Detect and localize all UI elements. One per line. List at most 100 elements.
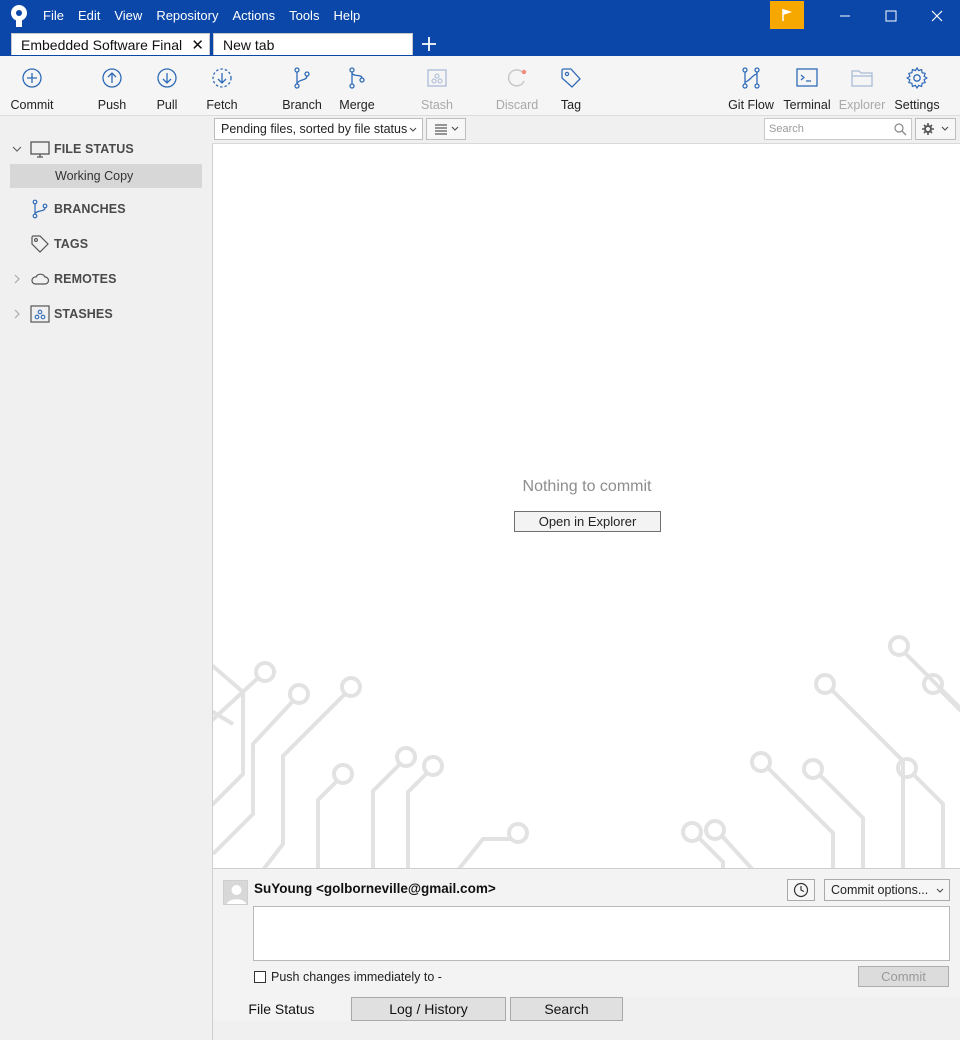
tag-icon: [31, 235, 49, 253]
chevron-down-icon: [936, 888, 944, 893]
filter-bar: Pending files, sorted by file status Sea…: [212, 117, 960, 143]
sidebar-section-branches[interactable]: BRANCHES: [0, 196, 212, 222]
tab-log-history[interactable]: Log / History: [351, 997, 506, 1021]
menu-view[interactable]: View: [107, 8, 149, 23]
search-input[interactable]: Search: [764, 118, 912, 140]
commit-options-label: Commit options...: [831, 883, 929, 897]
file-sort-dropdown[interactable]: Pending files, sorted by file status: [214, 118, 423, 140]
branch-icon: [32, 199, 48, 219]
tab-close-icon[interactable]: ✕: [191, 36, 204, 54]
file-sort-label: Pending files, sorted by file status: [221, 122, 408, 136]
menu-help[interactable]: Help: [326, 8, 367, 23]
push-immediately-checkbox[interactable]: [254, 971, 266, 983]
title-bar: File Edit View Repository Actions Tools …: [0, 0, 960, 56]
merge-button[interactable]: Merge: [338, 66, 376, 112]
file-list-panel: Nothing to commit Open in Explorer: [212, 143, 960, 869]
close-window-button[interactable]: [914, 0, 960, 31]
notification-flag-button[interactable]: [770, 1, 804, 29]
empty-state-message: Nothing to commit: [522, 478, 652, 495]
clock-icon: [793, 882, 809, 898]
commit-history-button[interactable]: [787, 879, 815, 901]
minimize-icon: [840, 15, 850, 16]
branch-icon: [294, 67, 310, 89]
options-gear-dropdown[interactable]: [915, 118, 956, 140]
terminal-icon: [796, 68, 818, 87]
sidebar-section-tags[interactable]: TAGS: [0, 231, 212, 257]
bottom-tab-bar: File Status Log / History Search: [212, 997, 960, 1040]
commit-panel: SuYoung <golborneville@gmail.com> Commit…: [212, 868, 960, 998]
chevron-right-icon[interactable]: [12, 309, 22, 319]
git-flow-button[interactable]: Git Flow: [727, 66, 775, 112]
add-tab-button[interactable]: [418, 33, 440, 55]
chevron-down-icon[interactable]: [12, 144, 22, 154]
flag-icon: [782, 9, 792, 21]
fetch-button[interactable]: Fetch: [203, 66, 241, 112]
toolbar: Commit Push Pull Fetch Branch Merge Stas…: [0, 56, 960, 116]
git-flow-icon: [742, 67, 760, 89]
monitor-icon: [30, 141, 50, 158]
tag-button[interactable]: Tag: [556, 66, 586, 112]
pull-button[interactable]: Pull: [152, 66, 182, 112]
tag-icon: [561, 68, 581, 88]
stash-box-icon: [30, 305, 50, 323]
stash-button[interactable]: Stash: [420, 66, 454, 112]
commit-toolbar-button[interactable]: Commit: [9, 66, 55, 112]
gear-icon: [921, 123, 948, 135]
discard-icon: [507, 69, 527, 87]
sidebar-label-stashes: STASHES: [54, 307, 113, 321]
sidebar-label-file-status: FILE STATUS: [54, 142, 134, 156]
push-immediately-label: Push changes immediately to -: [271, 970, 442, 984]
sidebar-label-remotes: REMOTES: [54, 272, 117, 286]
tab-label: Embedded Software Final: [21, 36, 183, 53]
maximize-icon: [885, 10, 897, 21]
avatar: [223, 880, 248, 905]
menu-file[interactable]: File: [36, 8, 71, 23]
circuit-background-illustration: [213, 635, 960, 869]
push-button[interactable]: Push: [95, 66, 129, 112]
menu-edit[interactable]: Edit: [71, 8, 107, 23]
sidebar: FILE STATUS Working Copy BRANCHES TAGS R…: [0, 117, 212, 1040]
sidebar-label-branches: BRANCHES: [54, 202, 126, 216]
discard-button[interactable]: Discard: [495, 66, 539, 112]
sidebar-section-remotes[interactable]: REMOTES: [0, 266, 212, 292]
view-mode-dropdown[interactable]: [426, 118, 466, 140]
plus-icon: [422, 37, 436, 51]
sidebar-section-stashes[interactable]: STASHES: [0, 301, 212, 327]
commit-plus-icon: [22, 68, 42, 88]
chevron-right-icon[interactable]: [12, 274, 22, 284]
menu-actions[interactable]: Actions: [225, 8, 282, 23]
commit-button[interactable]: Commit: [858, 966, 949, 987]
user-avatar-icon: [226, 885, 247, 904]
settings-button[interactable]: Settings: [894, 66, 940, 112]
tab-embedded-software-final[interactable]: Embedded Software Final ✕: [11, 33, 210, 55]
commit-options-dropdown[interactable]: Commit options...: [824, 879, 950, 901]
fetch-dashed-arrow-icon: [212, 68, 232, 88]
folder-icon: [851, 70, 873, 87]
open-in-explorer-button[interactable]: Open in Explorer: [514, 511, 661, 532]
minimize-button[interactable]: [822, 0, 868, 31]
push-immediately-option[interactable]: Push changes immediately to -: [254, 970, 442, 984]
tab-new[interactable]: New tab: [213, 33, 413, 55]
menu-repository[interactable]: Repository: [149, 8, 225, 23]
pull-arrow-down-icon: [157, 68, 177, 88]
push-arrow-up-icon: [102, 68, 122, 88]
commit-author: SuYoung <golborneville@gmail.com>: [254, 881, 496, 896]
search-placeholder: Search: [769, 123, 804, 135]
list-view-icon: [435, 124, 459, 135]
chevron-down-icon: [409, 127, 417, 132]
tab-search[interactable]: Search: [510, 997, 623, 1021]
tab-label: New tab: [223, 36, 275, 53]
commit-message-input[interactable]: [253, 906, 950, 961]
gear-icon: [906, 66, 928, 90]
tab-file-status[interactable]: File Status: [213, 997, 350, 1021]
stash-box-icon: [427, 69, 447, 87]
maximize-button[interactable]: [868, 0, 914, 31]
sidebar-section-file-status[interactable]: FILE STATUS: [0, 136, 212, 162]
search-icon: [894, 123, 907, 136]
sidebar-label-tags: TAGS: [54, 237, 89, 251]
sidebar-item-working-copy[interactable]: Working Copy: [10, 164, 202, 188]
menu-tools[interactable]: Tools: [282, 8, 326, 23]
branch-button[interactable]: Branch: [281, 66, 323, 112]
explorer-button[interactable]: Explorer: [839, 66, 885, 112]
terminal-button[interactable]: Terminal: [783, 66, 831, 112]
